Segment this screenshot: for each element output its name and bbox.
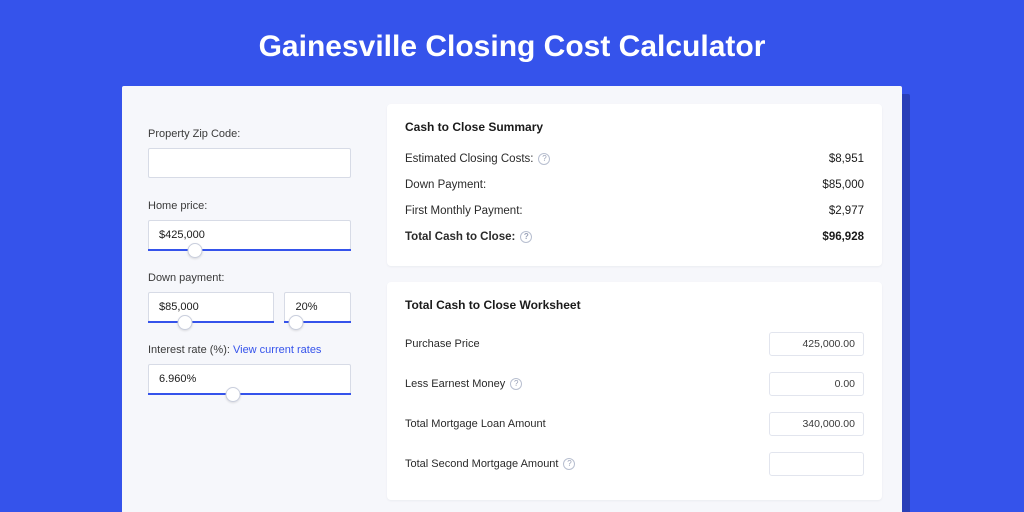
app-shell: Property Zip Code: Home price: Down paym…: [122, 86, 902, 512]
summary-row-value: $8,951: [829, 153, 864, 165]
down-payment-amount-input[interactable]: [148, 292, 274, 322]
worksheet-row-input[interactable]: [769, 332, 864, 356]
view-rates-link[interactable]: View current rates: [233, 344, 321, 356]
interest-rate-track[interactable]: [148, 393, 351, 395]
summary-row: Total Cash to Close:? $96,928: [405, 224, 864, 250]
interest-rate-thumb[interactable]: [226, 387, 241, 402]
worksheet-row-label: Purchase Price: [405, 338, 480, 350]
worksheet-row-label-text: Total Second Mortgage Amount: [405, 458, 558, 470]
help-icon[interactable]: ?: [510, 378, 522, 390]
summary-row-value: $85,000: [822, 179, 864, 191]
interest-rate-label: Interest rate (%): View current rates: [148, 344, 351, 356]
worksheet-row-input[interactable]: [769, 452, 864, 476]
summary-row-label-text: Estimated Closing Costs:: [405, 153, 533, 165]
worksheet-row: Less Earnest Money?: [405, 364, 864, 404]
worksheet-rows: Purchase Price Less Earnest Money? Total M…: [405, 324, 864, 484]
interest-rate-slider: [148, 364, 351, 394]
summary-row-label: First Monthly Payment:: [405, 205, 523, 217]
summary-row: Down Payment: $85,000: [405, 172, 864, 198]
summary-row: First Monthly Payment: $2,977: [405, 198, 864, 224]
worksheet-heading: Total Cash to Close Worksheet: [405, 298, 864, 312]
worksheet-row-input[interactable]: [769, 412, 864, 436]
down-payment-amount-slider: [148, 292, 274, 322]
down-payment-pct-thumb[interactable]: [289, 315, 304, 330]
down-payment-amount-track[interactable]: [148, 321, 274, 323]
main-panel: Cash to Close Summary Estimated Closing …: [377, 86, 902, 512]
worksheet-row-label-text: Purchase Price: [405, 338, 480, 350]
worksheet-row-input[interactable]: [769, 372, 864, 396]
home-price-slider: [148, 220, 351, 250]
calculator-app: Property Zip Code: Home price: Down paym…: [122, 86, 902, 512]
page-title: Gainesville Closing Cost Calculator: [0, 0, 1024, 86]
worksheet-card: Total Cash to Close Worksheet Purchase P…: [387, 282, 882, 500]
worksheet-row-label-text: Less Earnest Money: [405, 378, 505, 390]
down-payment-field: Down payment:: [148, 272, 351, 322]
interest-rate-label-text: Interest rate (%):: [148, 344, 233, 356]
home-price-label: Home price:: [148, 200, 351, 212]
worksheet-row: Total Mortgage Loan Amount: [405, 404, 864, 444]
zip-label: Property Zip Code:: [148, 128, 351, 140]
down-payment-pct-slider: [284, 292, 351, 322]
worksheet-row-label-text: Total Mortgage Loan Amount: [405, 418, 546, 430]
summary-row-label: Estimated Closing Costs:?: [405, 153, 550, 165]
interest-rate-field: Interest rate (%): View current rates: [148, 344, 351, 394]
sidebar: Property Zip Code: Home price: Down paym…: [122, 86, 377, 512]
summary-rows: Estimated Closing Costs:? $8,951 Down Paym…: [405, 146, 864, 250]
help-icon[interactable]: ?: [563, 458, 575, 470]
worksheet-row-label: Less Earnest Money?: [405, 378, 522, 390]
worksheet-row: Purchase Price: [405, 324, 864, 364]
zip-field: Property Zip Code:: [148, 128, 351, 178]
summary-heading: Cash to Close Summary: [405, 120, 864, 134]
interest-rate-input[interactable]: [148, 364, 351, 394]
home-price-thumb[interactable]: [187, 243, 202, 258]
home-price-input[interactable]: [148, 220, 351, 250]
summary-row-value: $96,928: [822, 231, 864, 243]
summary-row: Estimated Closing Costs:? $8,951: [405, 146, 864, 172]
summary-card: Cash to Close Summary Estimated Closing …: [387, 104, 882, 266]
home-price-track[interactable]: [148, 249, 351, 251]
summary-row-label: Total Cash to Close:?: [405, 231, 532, 243]
summary-row-label-text: First Monthly Payment:: [405, 205, 523, 217]
down-payment-amount-thumb[interactable]: [177, 315, 192, 330]
zip-input[interactable]: [148, 148, 351, 178]
worksheet-row-label: Total Second Mortgage Amount?: [405, 458, 575, 470]
worksheet-row: Total Second Mortgage Amount?: [405, 444, 864, 484]
summary-row-label: Down Payment:: [405, 179, 486, 191]
summary-row-label-text: Total Cash to Close:: [405, 231, 515, 243]
help-icon[interactable]: ?: [538, 153, 550, 165]
summary-row-label-text: Down Payment:: [405, 179, 486, 191]
summary-row-value: $2,977: [829, 205, 864, 217]
help-icon[interactable]: ?: [520, 231, 532, 243]
down-payment-label: Down payment:: [148, 272, 351, 284]
worksheet-row-label: Total Mortgage Loan Amount: [405, 418, 546, 430]
home-price-field: Home price:: [148, 200, 351, 250]
